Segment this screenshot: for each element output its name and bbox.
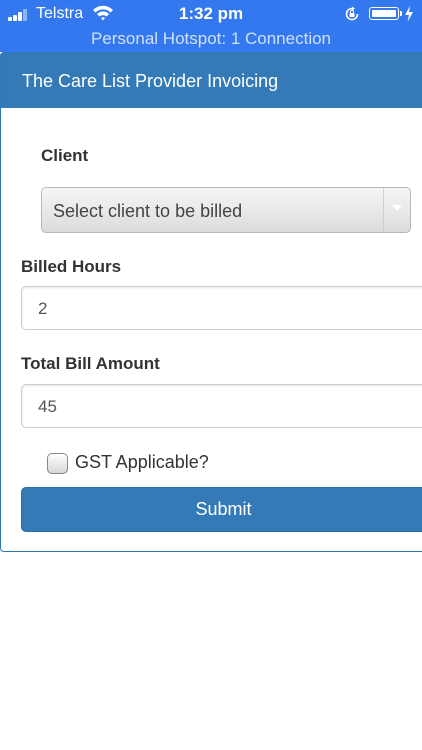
billed-hours-input[interactable]: 2 bbox=[21, 286, 422, 330]
select-arrow-zone bbox=[383, 188, 410, 232]
chevron-down-icon bbox=[392, 205, 402, 211]
total-bill-input[interactable]: 45 bbox=[21, 384, 422, 428]
hotspot-banner[interactable]: Personal Hotspot: 1 Connection bbox=[0, 29, 422, 49]
gst-label[interactable]: GST Applicable? bbox=[75, 452, 209, 473]
battery-icon bbox=[369, 7, 402, 20]
panel-title: The Care List Provider Invoicing bbox=[1, 53, 422, 108]
client-select[interactable]: Select client to be billed bbox=[41, 187, 411, 233]
rotation-lock-icon bbox=[345, 6, 359, 21]
charging-bolt-icon bbox=[405, 6, 413, 22]
total-bill-label: Total Bill Amount bbox=[21, 354, 160, 373]
billed-hours-label: Billed Hours bbox=[21, 257, 122, 276]
client-select-value: Select client to be billed bbox=[53, 201, 243, 221]
total-bill-value: 45 bbox=[38, 397, 57, 416]
client-label: Client bbox=[41, 146, 89, 165]
gst-checkbox[interactable] bbox=[47, 453, 68, 474]
submit-button[interactable]: Submit bbox=[21, 487, 422, 532]
billed-hours-value: 2 bbox=[38, 299, 48, 318]
status-bar: Telstra 1:32 pm Personal Hotspot: 1 Conn… bbox=[0, 0, 422, 52]
